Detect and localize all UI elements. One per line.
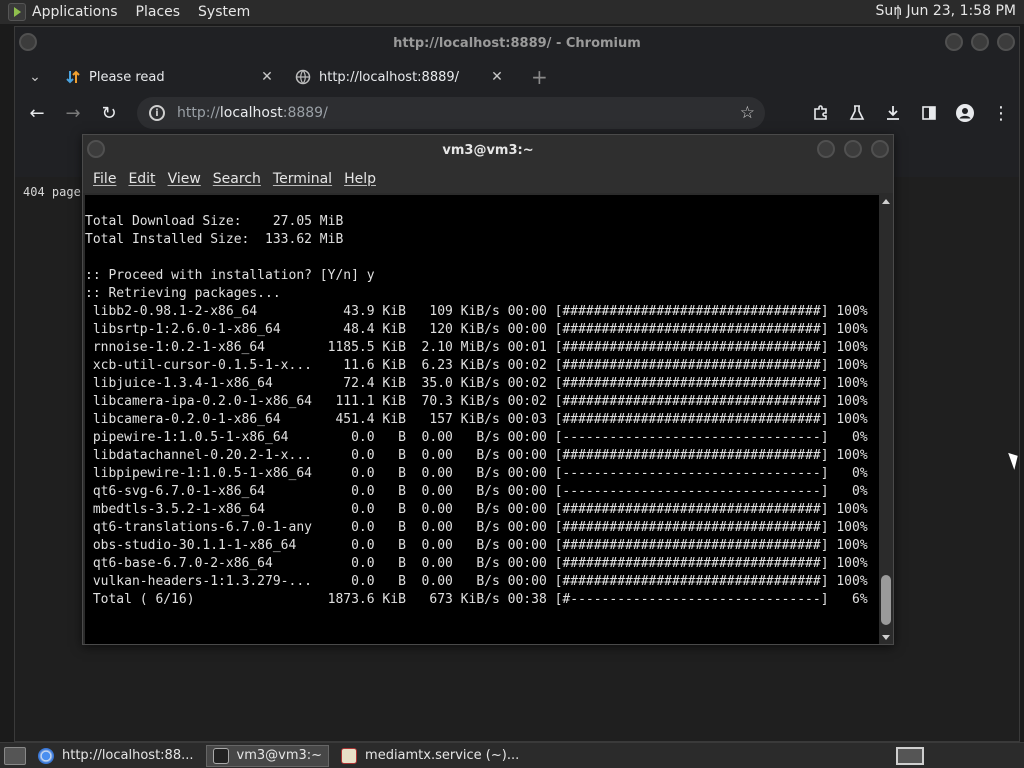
menu-places[interactable]: Places (136, 4, 181, 20)
tab-strip: ⌄ Please read ✕ http://localhost:8889/ ✕… (15, 59, 1019, 95)
terminal-line: :: Retrieving packages... (85, 286, 281, 301)
terminal-line: Total Installed Size: 133.62 MiB (85, 232, 344, 247)
new-tab-button[interactable]: + (531, 65, 548, 89)
menu-system[interactable]: System (198, 4, 250, 20)
terminal-line: xcb-util-cursor-0.1.5-1-x... 11.6 KiB 6.… (85, 358, 868, 373)
terminal-menubar: File Edit View Search Terminal Help (83, 165, 893, 193)
browser-toolbar: ← → ↻ i http://localhost:8889/ ☆ ⋮ (15, 95, 1019, 131)
chromium-icon (38, 747, 54, 764)
task-text-editor[interactable]: mediamtx.service (~)... (335, 745, 525, 767)
task-chromium[interactable]: http://localhost:88... (32, 745, 200, 767)
reload-icon[interactable]: ↻ (91, 95, 127, 131)
bookmark-star-icon[interactable]: ☆ (740, 103, 755, 123)
globe-icon (295, 69, 311, 85)
terminal-line: pipewire-1:1.0.5-1-x86_64 0.0 B 0.00 B/s… (85, 430, 868, 445)
show-desktop-icon[interactable] (4, 746, 26, 765)
close-tab-icon[interactable]: ✕ (489, 69, 505, 85)
page-body-text: 404 page (23, 185, 81, 199)
back-arrow-icon[interactable]: ← (19, 95, 55, 131)
download-icon[interactable] (875, 95, 911, 131)
site-info-icon[interactable]: i (149, 105, 165, 121)
maximize-icon[interactable] (844, 140, 862, 158)
close-window-icon[interactable] (997, 33, 1015, 51)
menu-help[interactable]: Help (344, 171, 376, 187)
minimize-icon[interactable] (945, 33, 963, 51)
scroll-down-icon[interactable] (882, 635, 890, 640)
text-editor-icon (341, 747, 358, 764)
bottom-taskbar: http://localhost:88... vm3@vm3:~ mediamt… (0, 742, 1024, 768)
tab-title: http://localhost:8889/ (319, 69, 460, 85)
extensions-puzzle-icon[interactable] (803, 95, 839, 131)
terminal-output: Total Download Size: 27.05 MiB Total Inst… (85, 213, 868, 609)
terminal-line: rnnoise-1:0.2-1-x86_64 1185.5 KiB 2.10 M… (85, 340, 868, 355)
menu-terminal[interactable]: Terminal (273, 171, 332, 187)
tab-localhost[interactable]: http://localhost:8889/ ✕ (285, 59, 515, 95)
clock[interactable]: Sun Jun 23, 1:58 PM (875, 3, 1016, 19)
side-panel-icon[interactable] (911, 95, 947, 131)
terminal-line: libsrtp-1:2.6.0-1-x86_64 48.4 KiB 120 Ki… (85, 322, 868, 337)
terminal-line: Total Download Size: 27.05 MiB (85, 214, 344, 229)
task-label: vm3@vm3:~ (236, 748, 323, 763)
scroll-thumb[interactable] (881, 575, 891, 625)
menu-view[interactable]: View (168, 171, 201, 187)
menu-file[interactable]: File (93, 171, 116, 187)
task-terminal[interactable]: vm3@vm3:~ (205, 744, 330, 767)
terminal-title: vm3@vm3:~ (442, 142, 534, 158)
transfer-arrows-icon (65, 69, 81, 85)
task-label: http://localhost:88... (62, 748, 194, 763)
terminal-line: qt6-translations-6.7.0-1-any 0.0 B 0.00 … (85, 520, 868, 535)
terminal-line: libjuice-1.3.4-1-x86_64 72.4 KiB 35.0 Ki… (85, 376, 868, 391)
minimize-icon[interactable] (817, 140, 835, 158)
terminal-line: libb2-0.98.1-2-x86_64 43.9 KiB 109 KiB/s… (85, 304, 868, 319)
close-window-icon[interactable] (871, 140, 889, 158)
terminal-screen[interactable]: Total Download Size: 27.05 MiB Total Inst… (85, 195, 879, 644)
top-panel: Applications Places System Sun Jun 23, 1… (0, 0, 1024, 24)
forward-arrow-icon[interactable]: → (55, 95, 91, 131)
tab-search-chevron-icon[interactable]: ⌄ (15, 69, 55, 85)
terminal-line: qt6-svg-6.7.0-1-x86_64 0.0 B 0.00 B/s 00… (85, 484, 868, 499)
terminal-titlebar[interactable]: vm3@vm3:~ (83, 135, 893, 165)
address-bar[interactable]: i http://localhost:8889/ ☆ (137, 97, 765, 129)
terminal-line: vulkan-headers-1:1.3.279-... 0.0 B 0.00 … (85, 574, 868, 589)
terminal-line: libpipewire-1:1.0.5-1-x86_64 0.0 B 0.00 … (85, 466, 868, 481)
terminal-line: libcamera-0.2.0-1-x86_64 451.4 KiB 157 K… (85, 412, 868, 427)
terminal-line: libcamera-ipa-0.2.0-1-x86_64 111.1 KiB 7… (85, 394, 868, 409)
profile-avatar-icon[interactable] (947, 95, 983, 131)
window-menu-icon[interactable] (19, 33, 37, 51)
workspace-switcher[interactable] (896, 747, 924, 765)
browser-titlebar[interactable]: http://localhost:8889/ - Chromium (15, 27, 1019, 59)
address-url[interactable]: http://localhost:8889/ (177, 105, 328, 121)
tab-please-read[interactable]: Please read ✕ (55, 59, 285, 95)
terminal-line: Total ( 6/16) 1873.6 KiB 673 KiB/s 00:38… (85, 592, 868, 607)
menu-applications[interactable]: Applications (32, 4, 118, 20)
terminal-line: mbedtls-3.5.2-1-x86_64 0.0 B 0.00 B/s 00… (85, 502, 868, 517)
terminal-icon (212, 747, 229, 764)
kebab-menu-icon[interactable]: ⋮ (983, 95, 1019, 131)
menu-search[interactable]: Search (213, 171, 261, 187)
terminal-line: qt6-base-6.7.0-2-x86_64 0.0 B 0.00 B/s 0… (85, 556, 868, 571)
tab-title: Please read (89, 69, 165, 85)
terminal-scrollbar[interactable] (879, 195, 893, 644)
terminal-window: vm3@vm3:~ File Edit View Search Terminal… (82, 134, 894, 645)
window-menu-icon[interactable] (87, 140, 105, 158)
browser-window-title: http://localhost:8889/ - Chromium (393, 35, 641, 51)
terminal-line: obs-studio-30.1.1-1-x86_64 0.0 B 0.00 B/… (85, 538, 868, 553)
close-tab-icon[interactable]: ✕ (259, 69, 275, 85)
labs-flask-icon[interactable] (839, 95, 875, 131)
terminal-line: libdatachannel-0.20.2-1-x... 0.0 B 0.00 … (85, 448, 868, 463)
terminal-line: :: Proceed with installation? [Y/n] y (85, 268, 375, 283)
distro-logo-icon[interactable] (8, 3, 26, 21)
scroll-up-icon[interactable] (882, 199, 890, 204)
menu-edit[interactable]: Edit (128, 171, 155, 187)
task-label: mediamtx.service (~)... (365, 748, 520, 763)
maximize-icon[interactable] (971, 33, 989, 51)
